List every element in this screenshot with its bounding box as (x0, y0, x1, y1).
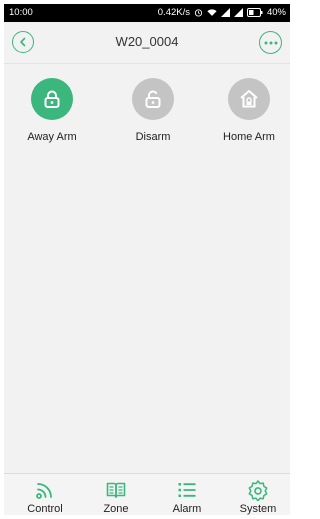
away-arm-circle (31, 78, 73, 120)
status-right: 0.42K/s 40% (158, 7, 286, 18)
wifi-icon (207, 9, 217, 16)
network-speed: 0.42K/s (157, 7, 190, 18)
away-arm-button[interactable]: Away Arm (7, 78, 97, 143)
app-frame: 10:00 0.42K/s 40% W20_0004 Away Arm Disa… (4, 4, 290, 515)
home-arm-circle (228, 78, 270, 120)
more-button[interactable] (259, 31, 282, 54)
tab-system[interactable]: System (226, 474, 290, 515)
signal-strength-icon-2 (233, 8, 243, 17)
status-time: 10:00 (9, 7, 33, 18)
home-lock-icon (240, 90, 258, 108)
alarm-clock-icon (194, 9, 203, 17)
tab-system-label: System (239, 503, 277, 515)
disarm-button[interactable]: Disarm (108, 78, 198, 143)
disarm-circle (132, 78, 174, 120)
battery-icon (246, 8, 263, 17)
lock-open-icon (145, 90, 161, 108)
page-title: W20_0004 (115, 34, 179, 49)
tab-control[interactable]: Control (13, 474, 77, 515)
back-button[interactable] (12, 31, 34, 53)
home-arm-button[interactable]: Home Arm (204, 78, 290, 143)
arm-mode-list: Away Arm Disarm Home Arm (4, 78, 290, 168)
list-icon (178, 483, 196, 497)
lock-closed-icon (44, 90, 60, 108)
tab-zone-label: Zone (103, 503, 129, 515)
chevron-left-icon (20, 37, 26, 47)
tab-control-label: Control (27, 503, 63, 515)
away-arm-label: Away Arm (27, 131, 77, 143)
home-arm-label: Home Arm (223, 131, 275, 143)
header-bar: W20_0004 (4, 22, 290, 64)
signal-icon (36, 483, 52, 499)
tab-alarm-label: Alarm (172, 503, 202, 515)
tab-zone[interactable]: Zone (84, 474, 148, 515)
disarm-label: Disarm (135, 131, 171, 143)
bottom-tab-bar: Control Zone Alarm System (4, 473, 290, 515)
battery-level: 40% (266, 7, 286, 18)
more-dots-icon (264, 41, 277, 44)
signal-strength-icon (220, 8, 230, 17)
tab-alarm[interactable]: Alarm (155, 474, 219, 515)
gear-icon (248, 480, 268, 501)
status-bar: 10:00 0.42K/s 40% (4, 4, 290, 22)
book-icon (106, 482, 126, 498)
